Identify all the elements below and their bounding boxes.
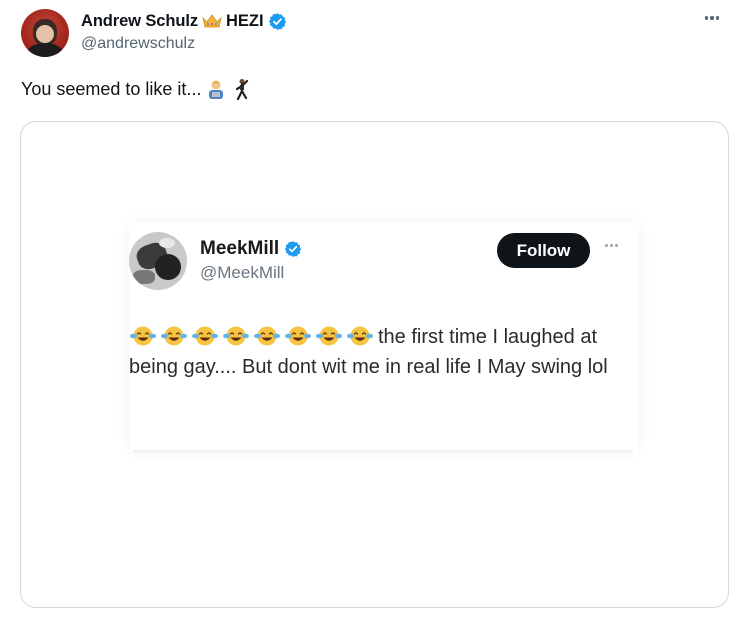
laughing-crying-emoji-icon	[223, 326, 249, 346]
author-avatar[interactable]	[21, 9, 69, 57]
crown-icon	[202, 14, 222, 28]
embedded-more-icon	[605, 244, 618, 247]
embedded-author-avatar	[129, 232, 187, 290]
media-card[interactable]: MeekMill @MeekMill Follow the first time…	[20, 121, 729, 608]
dancing-man-emoji-icon	[236, 79, 249, 100]
embedded-name-row: MeekMill	[200, 238, 302, 260]
tweet: Andrew Schulz HEZI @andrewschulz You see…	[0, 0, 741, 628]
embedded-verified-badge-icon	[285, 241, 302, 257]
embedded-tweet-text-block: the first time I laughed at being gay...…	[129, 322, 634, 382]
author-name-suffix: HEZI	[225, 11, 264, 30]
laughing-crying-emoji-icon	[347, 326, 373, 346]
author-handle[interactable]: @andrewschulz	[81, 35, 195, 53]
more-options-button[interactable]	[699, 8, 725, 28]
embedded-author-handle: @MeekMill	[200, 263, 285, 282]
laughing-emoji-group	[129, 325, 374, 347]
embedded-shadow-divider	[133, 450, 633, 453]
embedded-author-name: MeekMill	[200, 238, 280, 259]
verified-badge-icon[interactable]	[268, 12, 287, 31]
author-name[interactable]: Andrew Schulz	[81, 12, 198, 31]
laughing-crying-emoji-icon	[285, 326, 311, 346]
laughing-crying-emoji-icon	[130, 326, 156, 346]
embedded-follow-button: Follow	[497, 233, 590, 268]
tweet-text-row: You seemed to like it...	[21, 78, 253, 100]
laughing-crying-emoji-icon	[254, 326, 280, 346]
tweet-text: You seemed to like it...	[21, 78, 202, 99]
laughing-crying-emoji-icon	[192, 326, 218, 346]
author-name-row: Andrew Schulz HEZI	[81, 10, 287, 32]
embedded-tweet-screenshot: MeekMill @MeekMill Follow the first time…	[129, 222, 639, 452]
man-technologist-emoji-icon	[209, 80, 224, 99]
laughing-crying-emoji-icon	[316, 326, 342, 346]
laughing-crying-emoji-icon	[161, 326, 187, 346]
